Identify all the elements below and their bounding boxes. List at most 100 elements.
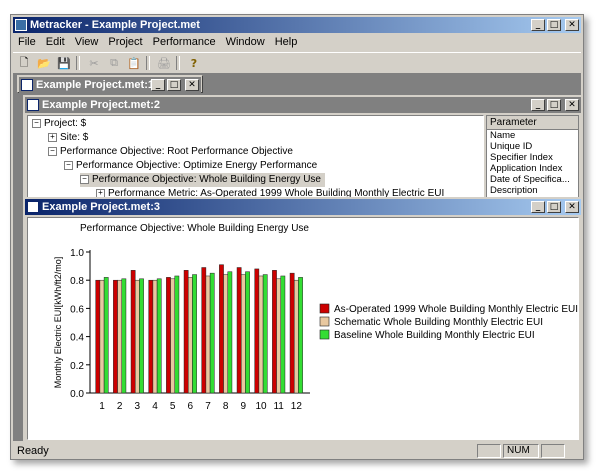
menu-project[interactable]: Project: [103, 36, 147, 48]
x-tick-label: 7: [205, 401, 211, 412]
app-icon[interactable]: [15, 19, 27, 31]
menu-window[interactable]: Window: [221, 36, 270, 48]
bar: [227, 271, 233, 394]
window1-maximize-button[interactable]: □: [167, 79, 181, 91]
parameter-row[interactable]: Specifier Index: [487, 152, 578, 163]
chart-window-maximize-button[interactable]: □: [547, 201, 561, 213]
copy-icon[interactable]: ⧉: [105, 55, 123, 71]
y-tick-label: 0.4: [70, 333, 84, 344]
chart-area: Performance Objective: Whole Building En…: [27, 217, 579, 440]
toolbar-separator: [176, 56, 180, 70]
app-minimize-button[interactable]: _: [531, 19, 545, 31]
bar: [201, 267, 207, 394]
menu-help[interactable]: Help: [270, 36, 303, 48]
bar: [139, 278, 144, 394]
chart-window-titlebar[interactable]: Example Project.met:3 _ □ ✕: [25, 199, 581, 215]
parameter-header[interactable]: Parameter: [487, 116, 578, 130]
chart-title: Performance Objective: Whole Building En…: [80, 223, 309, 234]
project-tree[interactable]: − Project: $ + Site: $ − Performance Object…: [27, 115, 484, 202]
app-maximize-button[interactable]: □: [547, 19, 561, 31]
bar: [170, 278, 176, 394]
bar: [187, 277, 193, 394]
parameter-row[interactable]: Application Index: [487, 163, 578, 174]
parameter-list[interactable]: Parameter Name Unique ID Specifier Index…: [486, 115, 579, 202]
tree-node-whole-building[interactable]: − Performance Objective: Whole Building E…: [80, 173, 325, 187]
mdi-workspace: Example Project.met:1 _ □ ✕ Example Proj…: [13, 73, 581, 441]
parameter-row[interactable]: Unique ID: [487, 141, 578, 152]
y-axis-label: Monthly Electric EUI[kWh/ft2/mo]: [53, 257, 63, 389]
menu-edit[interactable]: Edit: [41, 36, 70, 48]
collapse-icon[interactable]: −: [80, 174, 89, 184]
legend-label: Schematic Whole Building Monthly Electri…: [334, 317, 543, 328]
bar: [113, 279, 118, 394]
open-folder-icon[interactable]: 📂: [35, 55, 53, 71]
menu-performance[interactable]: Performance: [148, 36, 221, 48]
bar: [174, 275, 180, 394]
tree-window-minimize-button[interactable]: _: [531, 99, 545, 111]
bar-chart: Performance Objective: Whole Building En…: [53, 223, 578, 412]
x-tick-label: 2: [117, 401, 123, 412]
x-tick-label: 1: [99, 401, 105, 412]
chart-window: Example Project.met:3 _ □ ✕ Performance …: [23, 197, 581, 441]
collapse-icon[interactable]: −: [64, 160, 73, 170]
parameter-row[interactable]: Name: [487, 130, 578, 141]
status-panel-scroll: [541, 444, 565, 458]
bar: [280, 275, 286, 394]
bar: [240, 274, 246, 394]
bar: [95, 279, 101, 394]
toolbar-separator: [76, 56, 80, 70]
paste-icon[interactable]: 📋: [125, 55, 143, 71]
resize-grip-icon[interactable]: [567, 445, 579, 457]
status-bar: Ready NUM: [13, 443, 581, 459]
chart-window-close-button[interactable]: ✕: [565, 201, 579, 213]
status-text: Ready: [17, 445, 49, 457]
bar: [245, 271, 250, 394]
bar: [289, 272, 295, 394]
tree-node-project[interactable]: − Project: $: [32, 117, 86, 131]
window1-title: Example Project.met:1: [36, 79, 151, 91]
collapse-icon[interactable]: −: [32, 118, 41, 128]
print-icon[interactable]: 🖨: [155, 55, 173, 71]
x-tick-label: 11: [273, 401, 284, 412]
window1-restore-button[interactable]: _: [151, 79, 165, 91]
cut-scissors-icon[interactable]: ✂: [85, 55, 103, 71]
x-tick-label: 5: [170, 401, 176, 412]
menu-file[interactable]: File: [13, 36, 41, 48]
minimized-window-1[interactable]: Example Project.met:1 _ □ ✕: [17, 75, 203, 93]
document-icon: [21, 79, 33, 91]
app-close-button[interactable]: ✕: [565, 19, 579, 31]
help-icon[interactable]: ?: [185, 55, 203, 71]
x-tick-label: 12: [291, 401, 303, 412]
bar: [99, 279, 105, 394]
toolbar: 🗋 📂 💾 ✂ ⧉ 📋 🖨 ?: [13, 52, 581, 74]
menu-view[interactable]: View: [70, 36, 104, 48]
y-tick-label: 0.0: [70, 389, 84, 400]
window1-close-button[interactable]: ✕: [185, 79, 199, 91]
x-tick-label: 6: [188, 401, 194, 412]
tree-window-titlebar[interactable]: Example Project.met:2 _ □ ✕: [25, 97, 581, 113]
expand-icon[interactable]: +: [48, 132, 57, 142]
tree-window-maximize-button[interactable]: □: [547, 99, 561, 111]
save-disk-icon[interactable]: 💾: [55, 55, 73, 71]
bar: [262, 274, 268, 394]
bar: [183, 270, 189, 394]
collapse-icon[interactable]: −: [48, 146, 57, 156]
tree-node-root-objective[interactable]: − Performance Objective: Root Performance…: [48, 145, 293, 159]
parameter-row[interactable]: Description: [487, 185, 578, 196]
tree-node-site[interactable]: + Site: $: [48, 131, 88, 145]
tree-window-close-button[interactable]: ✕: [565, 99, 579, 111]
tree-window-title: Example Project.met:2: [42, 99, 160, 111]
chart-window-minimize-button[interactable]: _: [531, 201, 545, 213]
y-tick-label: 0.8: [70, 276, 84, 287]
tree-node-optimize-energy[interactable]: − Performance Objective: Optimize Energy …: [64, 159, 317, 173]
window1-titlebar[interactable]: Example Project.met:1 _ □ ✕: [19, 77, 201, 93]
legend-label: Baseline Whole Building Monthly Electric…: [334, 330, 535, 341]
parameter-row[interactable]: Date of Specifica...: [487, 174, 578, 185]
legend-label: As-Operated 1999 Whole Building Monthly …: [334, 304, 578, 315]
bar: [156, 278, 162, 394]
new-document-icon[interactable]: 🗋: [15, 55, 33, 71]
bar: [117, 279, 123, 394]
app-titlebar[interactable]: Metracker - Example Project.met _ □ ✕: [13, 17, 581, 33]
bar: [134, 279, 140, 394]
bar: [254, 268, 260, 394]
